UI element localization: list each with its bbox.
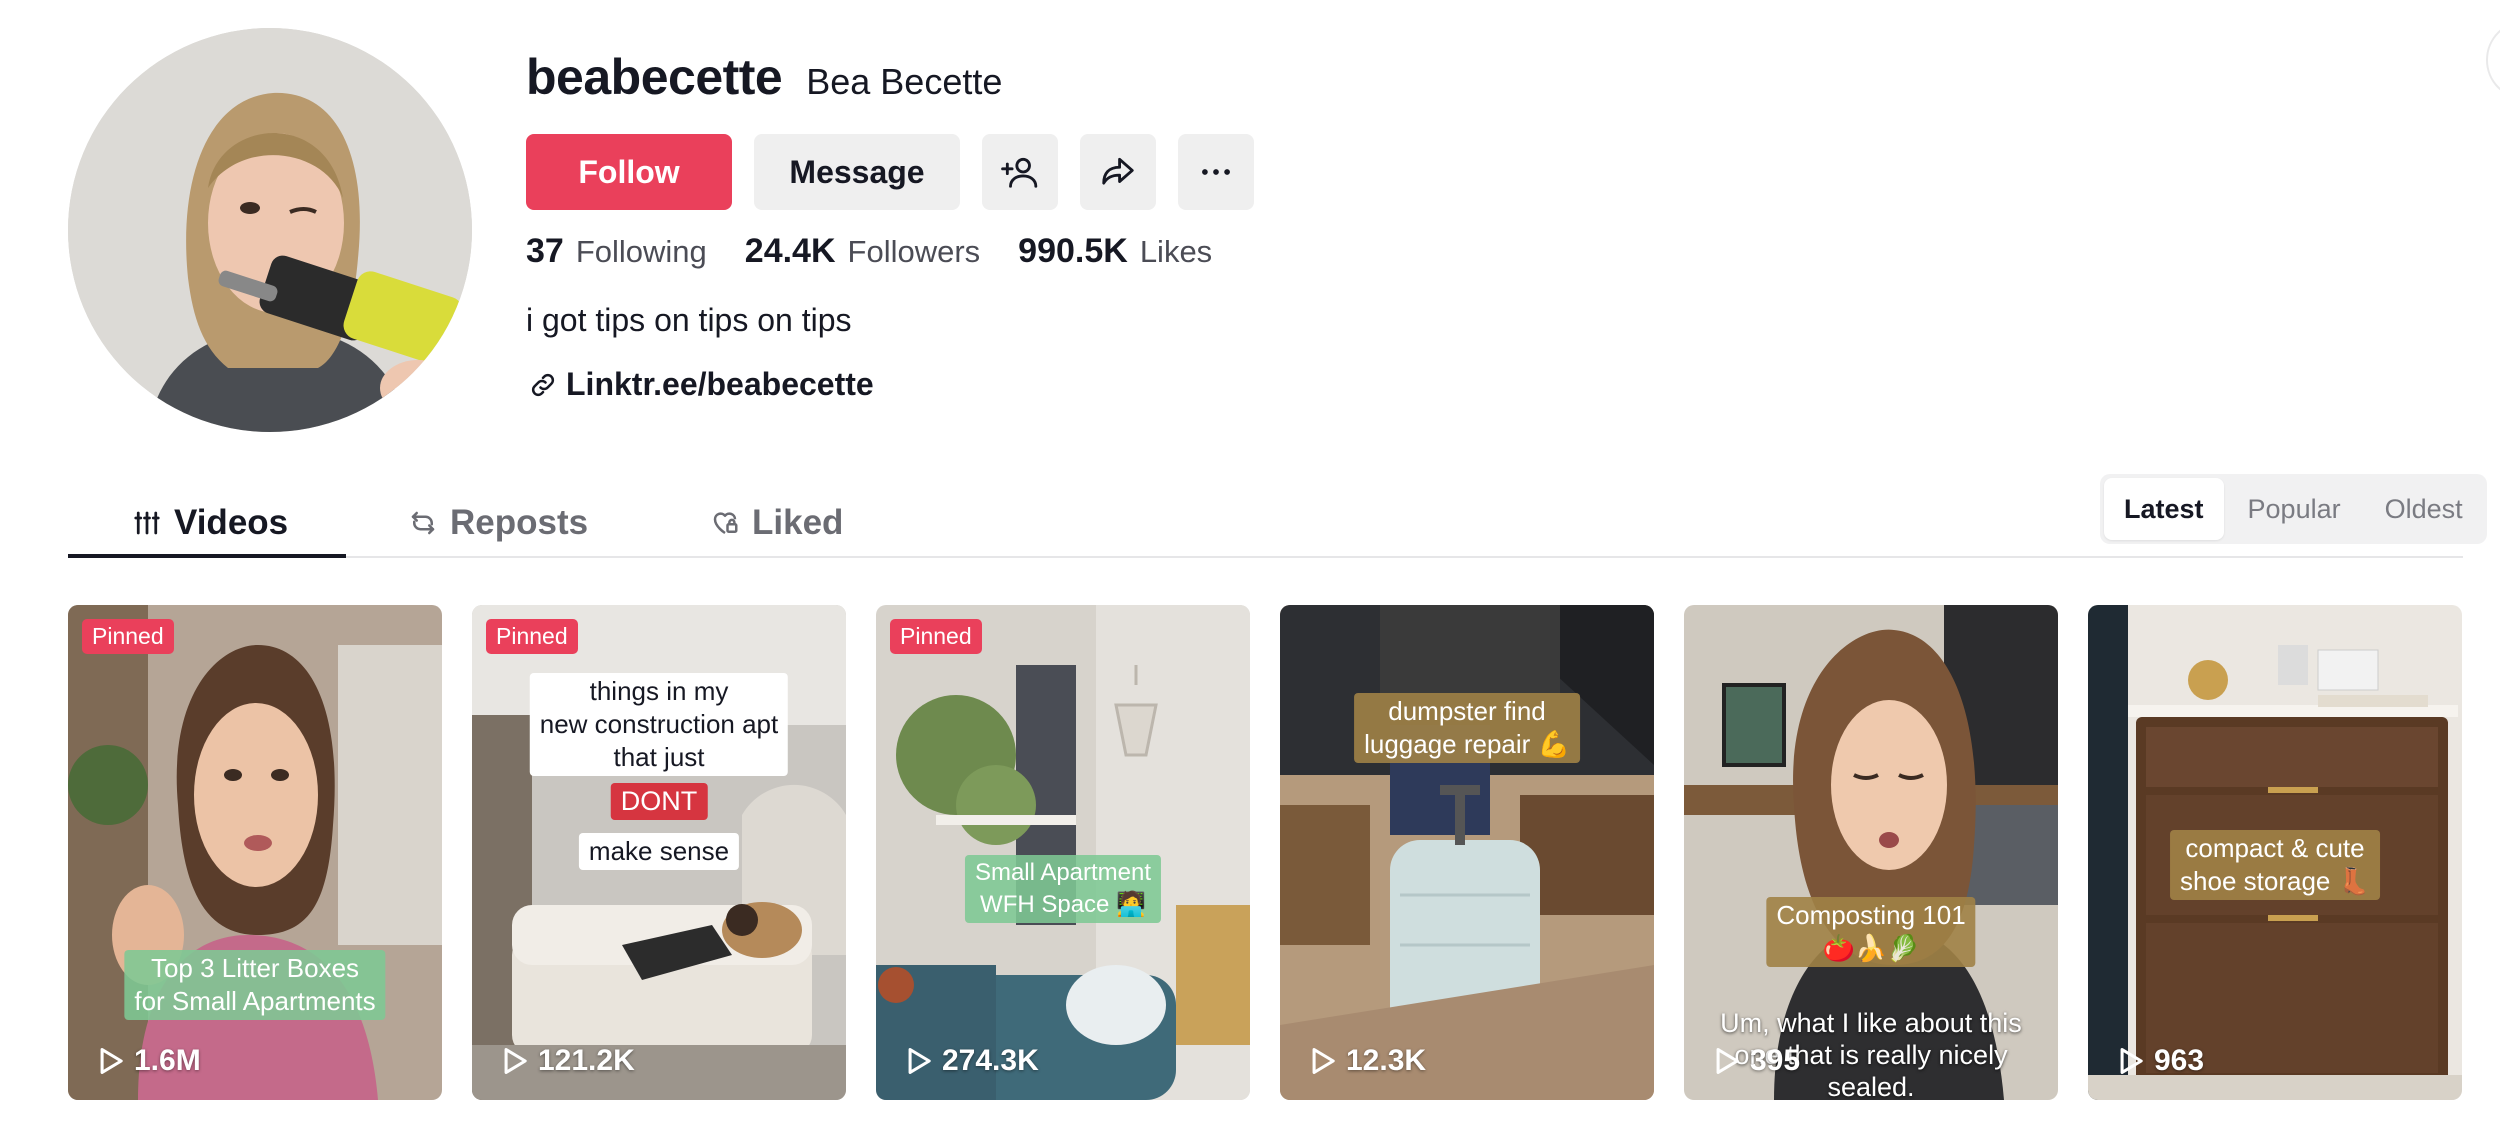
overlay-line: Top 3 Litter Boxes [150,953,360,983]
followers-count: 24.4K [744,232,836,270]
view-count: 274.3K [906,1044,1039,1078]
liked-heart-lock-icon [713,512,738,535]
profile-bio: i got tips on tips on tips [526,302,852,338]
overlay-line: that just [613,742,705,772]
overlay-line: new construction apt [539,709,779,739]
caption-line: Um, what I like about this [1720,1008,2022,1038]
more-options-button[interactable] [1178,134,1254,210]
profile-link-text: Linktr.ee/beabecette [566,366,874,402]
video-thumbnail [68,605,442,1100]
video-thumbnail [1280,605,1654,1100]
message-button[interactable]: Message [754,134,960,210]
video-overlay-text: make sense [578,833,740,870]
video-card[interactable]: Pinned Small Apartment WFH Space 🧑‍💻 274… [876,605,1250,1100]
share-button[interactable] [1080,134,1156,210]
view-count-value: 121.2K [538,1044,635,1077]
view-count: 395 [1714,1044,1800,1078]
more-icon [1202,169,1230,175]
suggested-accounts-button[interactable] [982,134,1058,210]
video-grid: Pinned Top 3 Litter Boxes for Small Apar… [68,605,2462,1100]
profile-link[interactable]: Linktr.ee/beabecette [528,366,874,403]
tab-reposts[interactable]: Reposts [408,490,588,556]
tab-liked-label: Liked [752,503,844,542]
overlay-line: WFH Space 🧑‍💻 [980,891,1146,918]
view-count-value: 1.6M [134,1044,201,1077]
sort-toggle: Latest Popular Oldest [2100,474,2487,544]
play-icon [908,1048,931,1074]
videos-grid-icon [134,511,160,535]
video-overlay-text: Small Apartment WFH Space 🧑‍💻 [964,855,1162,923]
floating-button[interactable] [2486,20,2500,100]
overlay-line: for Small Apartments [134,986,376,1016]
overlay-line: shoe storage 👢 [2180,866,2370,896]
play-icon [2120,1048,2143,1074]
followers-stat[interactable]: 24.4K Followers [745,232,980,271]
overlay-line: Small Apartment [974,859,1152,886]
pinned-badge: Pinned [890,619,982,654]
pinned-badge: Pinned [82,619,174,654]
link-icon [531,373,555,396]
play-icon [1716,1048,1739,1074]
view-count: 963 [2118,1044,2204,1078]
username: beabecette [526,49,783,105]
sort-popular[interactable]: Popular [2228,478,2361,540]
play-icon [504,1048,527,1074]
tab-videos-label: Videos [174,503,289,542]
video-overlay-text: Composting 101 🍅🍌🥬 [1766,897,1976,967]
view-count-value: 12.3K [1346,1044,1427,1077]
video-card[interactable]: Pinned things in my new construction apt… [472,605,846,1100]
play-icon [1312,1048,1335,1074]
play-icon [100,1048,123,1074]
video-thumbnail [876,605,1250,1100]
profile-avatar[interactable] [68,28,472,432]
view-count: 1.6M [98,1044,201,1078]
followers-label: Followers [847,234,981,269]
overlay-line: things in my [589,676,729,706]
view-count: 121.2K [502,1044,635,1078]
following-label: Following [575,234,707,269]
nickname: Bea Becette [806,61,1003,102]
view-count: 12.3K [1310,1044,1426,1078]
tab-reposts-label: Reposts [450,503,589,542]
repost-icon [411,511,435,535]
overlay-line: dumpster find [1388,696,1546,726]
overlay-line: luggage repair 💪 [1364,729,1570,759]
video-card[interactable]: Pinned Top 3 Litter Boxes for Small Apar… [68,605,442,1100]
sort-oldest[interactable]: Oldest [2365,478,2483,540]
overlay-line: 🍅🍌🥬 [1822,933,1920,963]
profile-actions: Follow Message [526,134,1254,210]
overlay-line: Composting 101 [1776,900,1966,930]
video-overlay-text: Top 3 Litter Boxes for Small Apartments [124,950,386,1020]
tab-videos[interactable]: Videos [132,490,288,556]
overlay-line: compact & cute [2185,833,2365,863]
likes-count: 990.5K [1018,232,1128,270]
pinned-badge: Pinned [486,619,578,654]
video-overlay-text: dumpster find luggage repair 💪 [1354,693,1580,763]
share-icon [1102,157,1134,185]
video-overlay-emphasis: DONT [610,783,708,820]
sort-latest[interactable]: Latest [2104,478,2224,540]
profile-stats: 37 Following 24.4K Followers 990.5K Like… [526,232,1212,271]
tab-liked[interactable]: Liked [710,490,843,556]
likes-stat: 990.5K Likes [1018,232,1212,271]
video-card[interactable]: Composting 101 🍅🍌🥬 Um, what I like about… [1684,605,2058,1100]
active-tab-indicator [68,554,346,558]
following-stat[interactable]: 37 Following [526,232,707,271]
following-count: 37 [526,232,564,270]
likes-label: Likes [1139,234,1213,269]
view-count-value: 395 [1750,1044,1801,1077]
follow-button[interactable]: Follow [526,134,732,210]
add-person-icon [1001,157,1038,188]
video-overlay-text: things in my new construction apt that j… [529,673,789,776]
view-count-value: 274.3K [942,1044,1039,1077]
video-card[interactable]: dumpster find luggage repair 💪 12.3K [1280,605,1654,1100]
avatar-image [68,28,472,432]
view-count-value: 963 [2154,1044,2205,1077]
video-card[interactable]: compact & cute shoe storage 👢 963 [2088,605,2462,1100]
video-overlay-text: compact & cute shoe storage 👢 [2170,830,2380,900]
